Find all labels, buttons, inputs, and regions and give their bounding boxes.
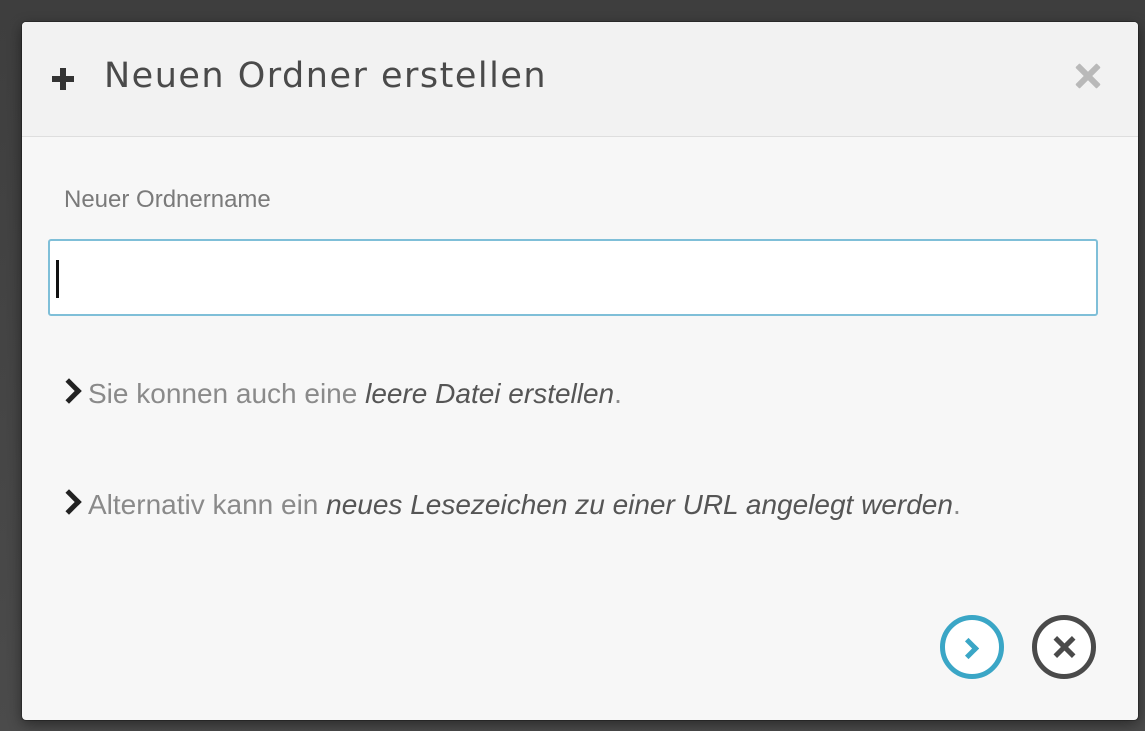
folder-name-label: Neuer Ordnername bbox=[64, 186, 271, 213]
cancel-button[interactable] bbox=[1032, 615, 1096, 679]
chevron-right-icon bbox=[56, 378, 82, 404]
hint-suffix: . bbox=[614, 378, 622, 409]
hint-suffix: . bbox=[952, 489, 961, 520]
confirm-button[interactable] bbox=[940, 615, 1004, 679]
dialog-title: Neuen Ordner erstellen bbox=[104, 56, 548, 96]
create-empty-file-link[interactable]: leere Datei erstellen bbox=[365, 378, 614, 409]
create-bookmark-link[interactable]: neues Lesezeichen zu einer URL angelegt … bbox=[326, 489, 953, 520]
chevron-right-icon bbox=[56, 489, 82, 515]
hint-text: Alternativ kann ein bbox=[88, 489, 327, 520]
folder-name-input[interactable] bbox=[48, 239, 1098, 316]
create-bookmark-hint: Alternativ kann ein neues Lesezeichen zu… bbox=[56, 485, 1082, 525]
dialog-header: Neuen Ordner erstellen bbox=[22, 22, 1138, 137]
hint-text: Sie konnen auch eine bbox=[88, 378, 366, 409]
text-caret bbox=[56, 260, 59, 298]
create-folder-dialog: Neuen Ordner erstellen Neuer Ordnername … bbox=[22, 22, 1138, 720]
close-icon[interactable] bbox=[1072, 60, 1104, 92]
plus-icon bbox=[52, 68, 74, 90]
chevron-right-circle-icon bbox=[957, 637, 980, 660]
create-empty-file-hint: Sie konnen auch eine leere Datei erstell… bbox=[56, 374, 1082, 414]
